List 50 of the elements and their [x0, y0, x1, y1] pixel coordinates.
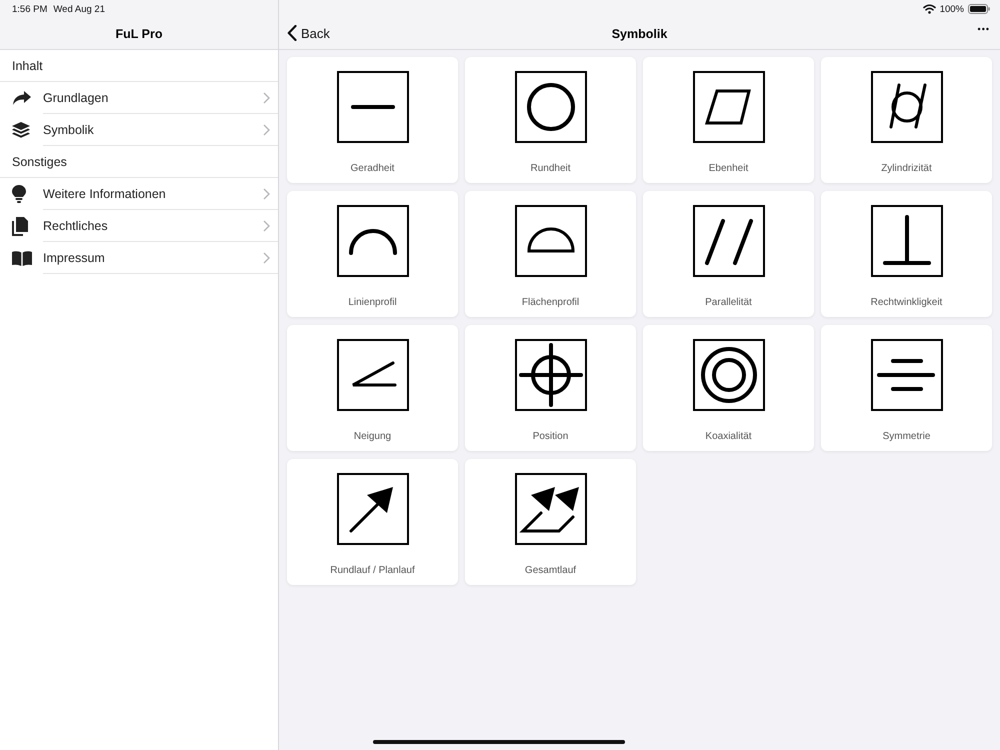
section-header: Inhalt	[12, 58, 43, 72]
arrow-symbol-icon	[336, 473, 408, 545]
symbol-card[interactable]: Koaxialität	[643, 325, 814, 451]
dash-symbol-icon	[336, 71, 408, 143]
arc-symbol-icon	[336, 205, 408, 277]
symbol-card[interactable]: Flächenprofil	[465, 191, 636, 317]
slashed-circle-symbol-icon	[870, 71, 942, 143]
page-title: Symbolik	[612, 26, 668, 40]
symbol-card[interactable]: Gesamtlauf	[465, 459, 636, 585]
symbol-card[interactable]: Parallelität	[643, 191, 814, 317]
symbol-card[interactable]: Ebenheit	[643, 57, 814, 183]
section-header: Sonstiges	[12, 154, 67, 168]
symbol-card[interactable]: Rundheit	[465, 57, 636, 183]
battery-percent: 100%	[940, 4, 964, 14]
battery-icon	[968, 4, 990, 14]
symbol-card[interactable]: Geradheit	[287, 57, 458, 183]
concentric-circles-symbol-icon	[692, 339, 764, 411]
back-chevron-icon	[287, 25, 297, 41]
documents-icon	[12, 216, 28, 236]
crosshair-symbol-icon	[514, 339, 586, 411]
circle-symbol-icon	[514, 71, 586, 143]
chevron-icon	[263, 92, 270, 104]
lightbulb-icon	[12, 185, 26, 203]
chevron-icon	[263, 188, 270, 200]
angle-symbol-icon	[336, 339, 408, 411]
sidebar-title: FuL Pro	[116, 26, 162, 40]
symbol-card[interactable]: Rundlauf / Planlauf	[287, 459, 458, 585]
status-time: 1:56 PM	[12, 4, 48, 14]
double-arrow-symbol-icon	[514, 473, 586, 545]
double-slash-symbol-icon	[692, 205, 764, 277]
chevron-icon	[263, 124, 270, 136]
chevron-icon	[263, 220, 270, 232]
symbol-card[interactable]: Neigung	[287, 325, 458, 451]
layers-icon	[12, 122, 30, 138]
chevron-icon	[263, 252, 270, 264]
symbol-card[interactable]: Zylindrizität	[821, 57, 992, 183]
symbol-card[interactable]: Rechtwinkligkeit	[821, 191, 992, 317]
more-button[interactable]: •••	[976, 24, 992, 34]
symbol-card[interactable]: Linienprofil	[287, 191, 458, 317]
three-lines-symbol-icon	[870, 339, 942, 411]
symbol-card[interactable]: Symmetrie	[821, 325, 992, 451]
parallelogram-symbol-icon	[692, 71, 764, 143]
status-date: Wed Aug 21	[53, 4, 105, 14]
back-button[interactable]: Back	[285, 25, 332, 41]
perpendicular-symbol-icon	[870, 205, 942, 277]
share-arrow-icon	[12, 90, 32, 106]
half-disc-symbol-icon	[514, 205, 586, 277]
wifi-icon	[922, 4, 936, 14]
book-icon	[12, 250, 32, 266]
symbol-card[interactable]: Position	[465, 325, 636, 451]
